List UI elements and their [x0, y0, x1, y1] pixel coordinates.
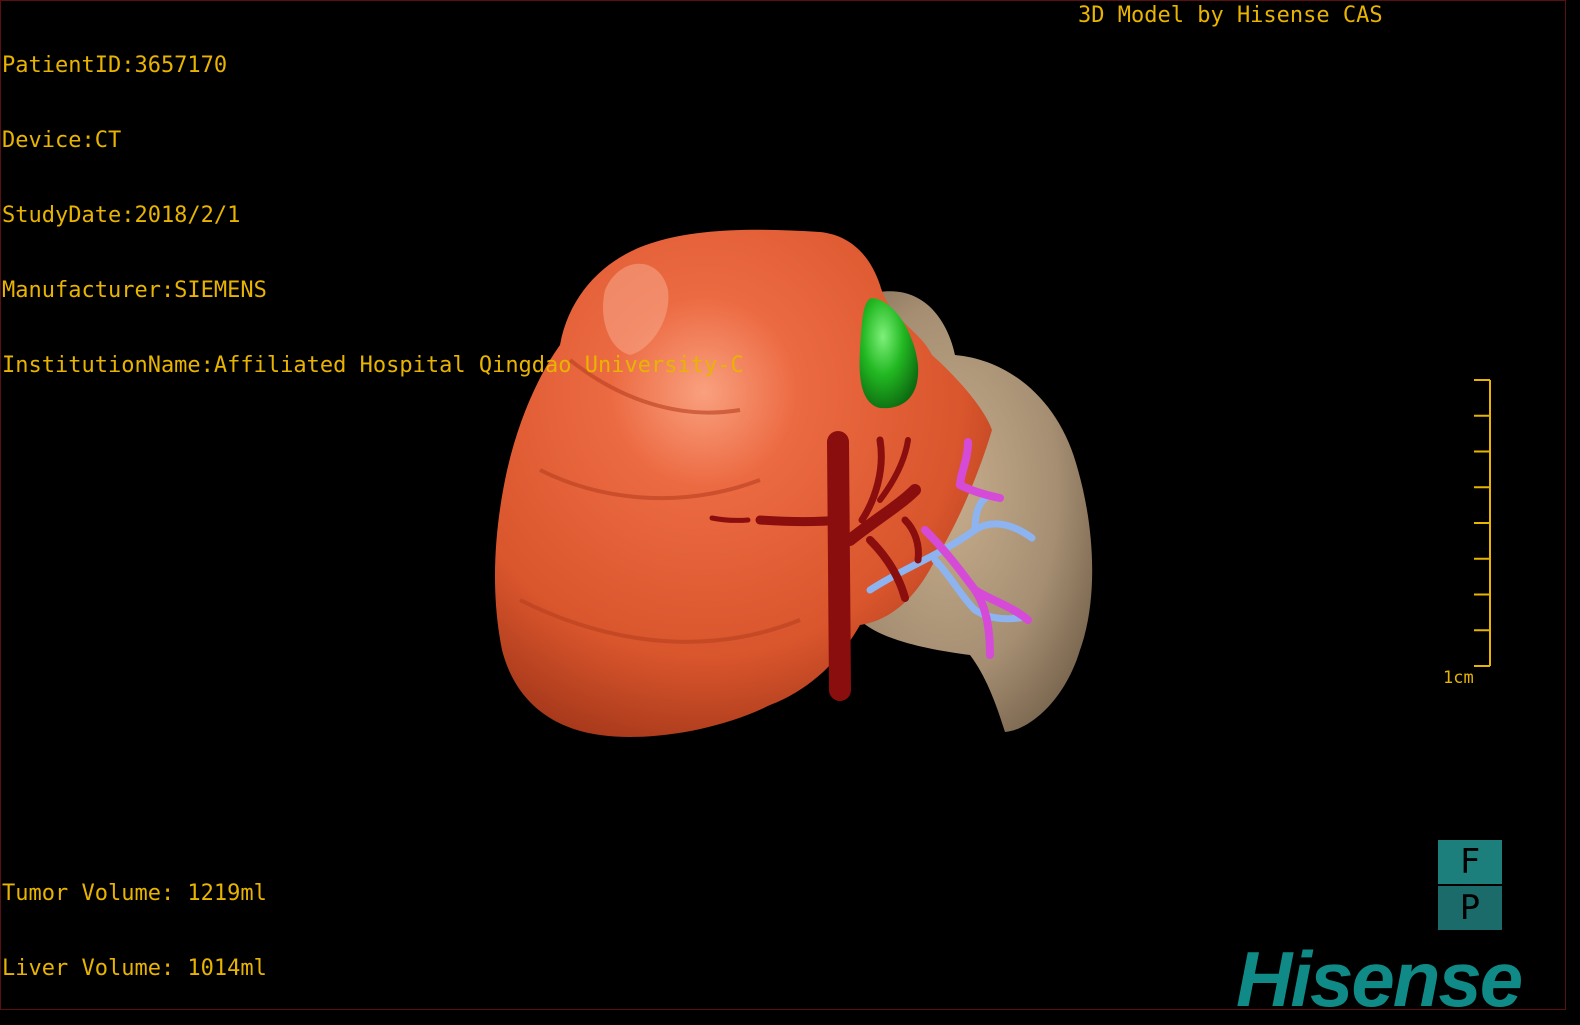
hisense-logo: Hisense [1236, 935, 1523, 1023]
model-credit: 3D Model by Hisense CAS [1078, 3, 1383, 28]
orientation-cube[interactable]: F P [1438, 840, 1502, 930]
tumor-volume: Tumor Volume: 1219ml [2, 881, 267, 906]
patient-info-overlay: PatientID:3657170 Device:CT StudyDate:20… [2, 3, 744, 403]
orientation-posterior-face[interactable]: P [1438, 886, 1502, 930]
liver-volume: Liver Volume: 1014ml [2, 956, 267, 981]
device: Device:CT [2, 128, 122, 153]
institution-name: InstitutionName:Affiliated Hospital Qing… [2, 353, 744, 378]
patient-id: PatientID:3657170 [2, 53, 228, 78]
orientation-front-face[interactable]: F [1438, 840, 1502, 884]
scale-bar-label: 1cm [1443, 668, 1474, 688]
volume-readout: Tumor Volume: 1219ml Liver Volume: 1014m… [2, 831, 267, 1006]
study-date: StudyDate:2018/2/1 [2, 203, 241, 228]
manufacturer: Manufacturer:SIEMENS [2, 278, 267, 303]
